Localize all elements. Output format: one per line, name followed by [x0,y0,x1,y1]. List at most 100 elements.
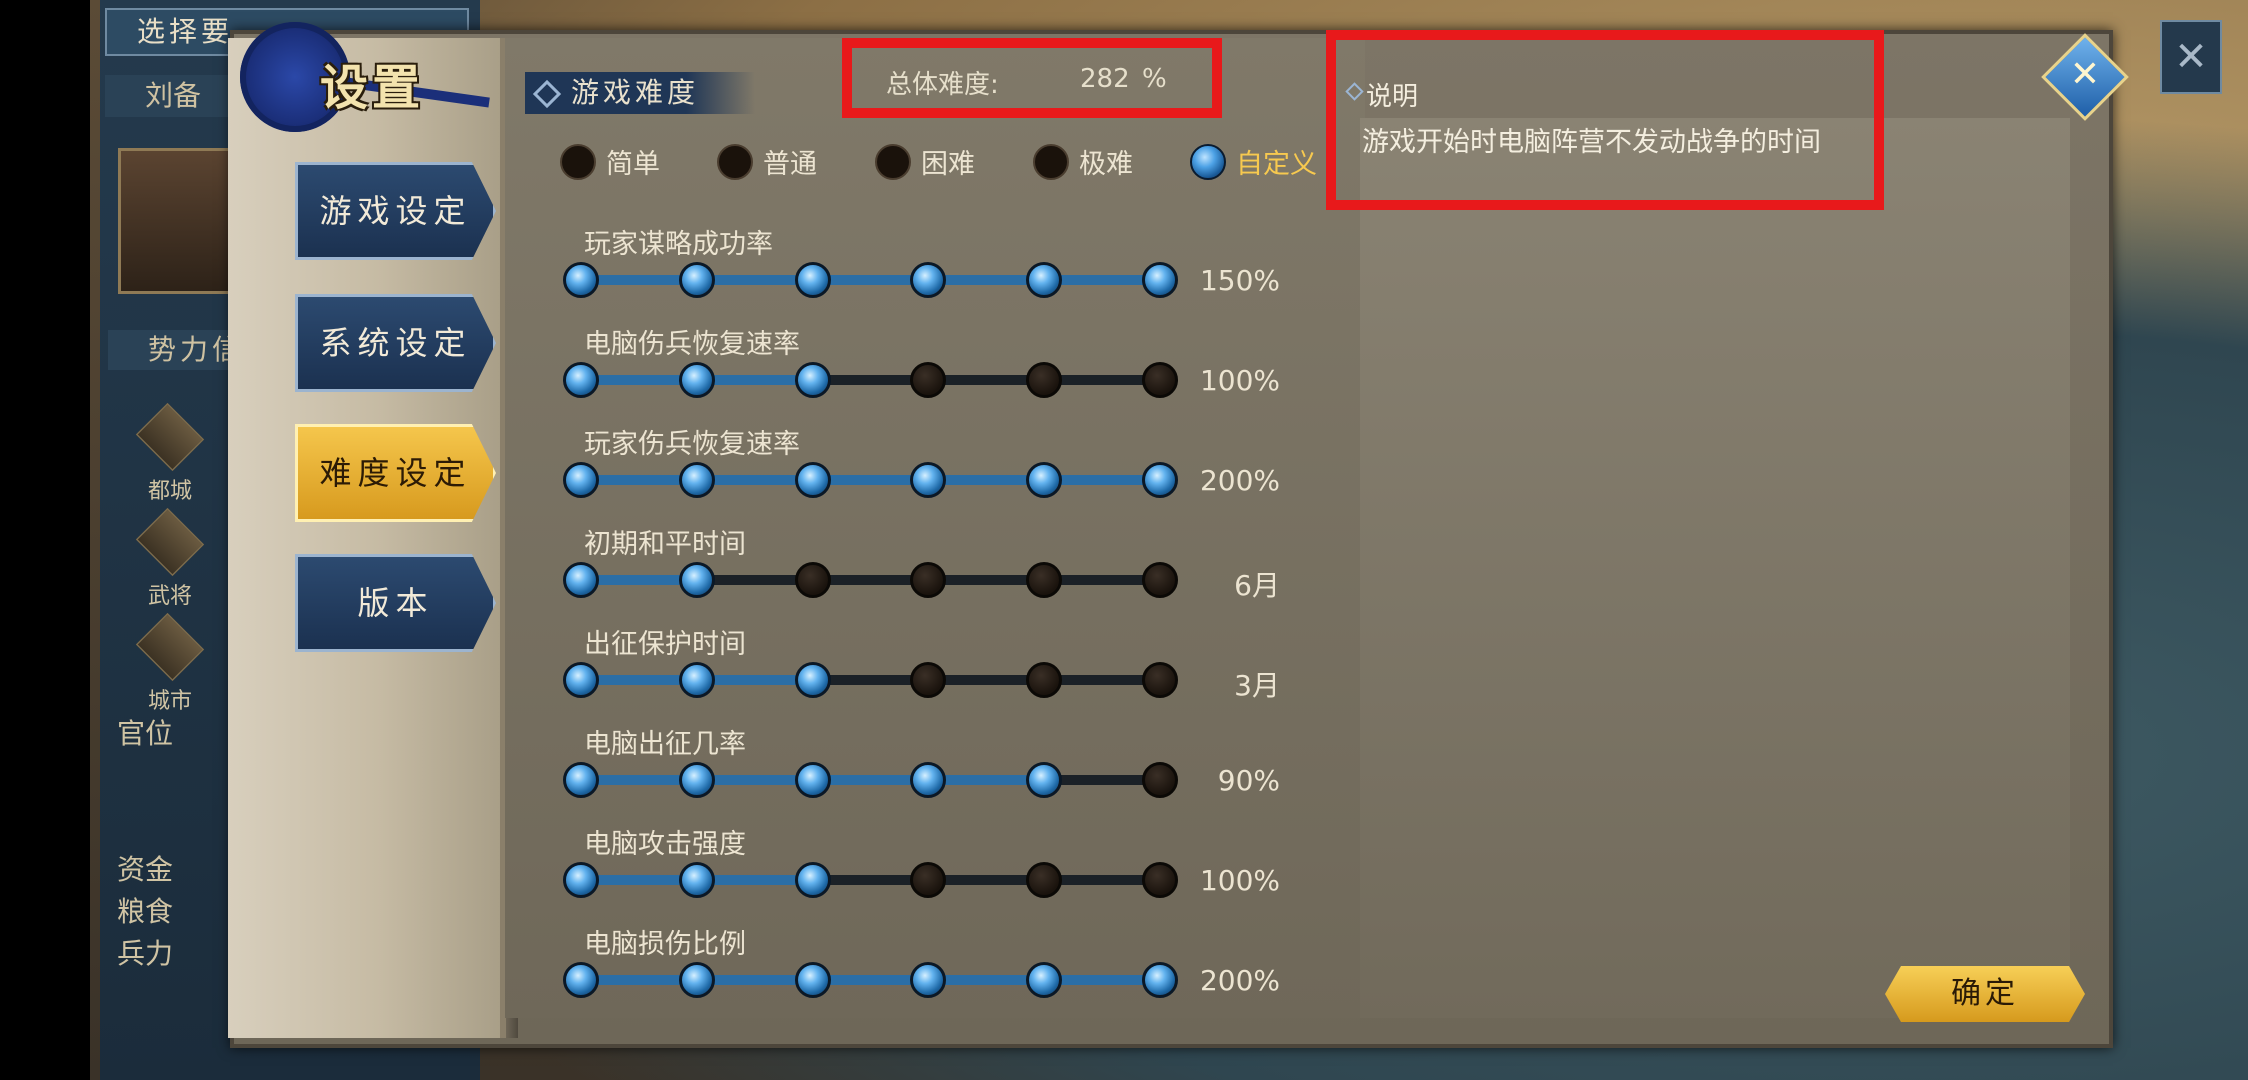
slider-node[interactable] [1026,862,1063,898]
slider-node[interactable] [563,862,599,898]
slider-node[interactable] [563,262,599,298]
tab-difficulty-settings[interactable]: 难度设定 [295,424,496,522]
slider-node[interactable] [794,262,831,298]
slider-node[interactable] [794,862,831,898]
slider-node[interactable] [794,662,831,698]
category-generals[interactable]: 武将 [130,507,210,610]
difficulty-slider[interactable] [563,762,1178,798]
food-label: 粮食 [117,895,174,928]
total-difficulty-unit: % [1142,64,1167,94]
slider-node[interactable] [678,562,715,598]
crossed-swords-icon[interactable]: ✕ [2160,20,2222,94]
slider-node[interactable] [563,962,599,998]
tab-system-settings[interactable]: 系统设定 [295,294,496,392]
slider-node[interactable] [1142,462,1178,498]
select-faction-title: 选择要 [137,15,234,48]
slider-node[interactable] [910,362,947,398]
slider-node[interactable] [910,462,947,498]
slider-node[interactable] [678,662,715,698]
slider-label: 玩家谋略成功率 [584,229,773,260]
slider-label: 电脑攻击强度 [584,829,746,860]
slider-node[interactable] [678,262,715,298]
radio-easy[interactable]: 简单 [560,142,660,181]
difficulty-slider[interactable] [563,862,1178,898]
difficulty-slider[interactable] [563,262,1178,298]
dialog-title: 设置 [320,60,425,116]
radio-dot [560,143,596,180]
slider-node[interactable] [563,662,599,698]
slider-node[interactable] [1026,562,1063,598]
slider-node[interactable] [1142,762,1178,798]
slider-node[interactable] [678,862,715,898]
slider-node[interactable] [794,362,831,398]
slider-node[interactable] [910,862,947,898]
difficulty-slider[interactable] [563,362,1178,398]
slider-node[interactable] [678,362,715,398]
difficulty-slider[interactable] [563,962,1178,998]
slider-value: 100% [1199,864,1280,897]
difficulty-slider[interactable] [563,462,1178,498]
slider-node[interactable] [910,662,947,698]
ruler-portrait [118,148,244,294]
slider-node[interactable] [1026,262,1063,298]
slider-fill [581,275,1160,285]
slider-node[interactable] [794,962,831,998]
troops-label: 兵力 [117,937,174,970]
radio-normal[interactable]: 普通 [717,142,817,181]
slider-value: 200% [1199,464,1280,497]
slider-node[interactable] [910,262,947,298]
slider-node[interactable] [1142,362,1178,398]
radio-hard[interactable]: 困难 [875,142,975,181]
slider-label: 电脑损伤比例 [584,929,746,960]
slider-label: 玩家伤兵恢复速率 [584,429,800,460]
slider-node[interactable] [794,762,831,798]
slider-node[interactable] [1026,362,1063,398]
slider-node[interactable] [1142,662,1178,698]
radio-extreme[interactable]: 极难 [1033,142,1133,181]
slider-node[interactable] [678,962,715,998]
close-icon: ✕ [2069,54,2101,95]
category-label: 武将 [147,584,192,609]
tab-version[interactable]: 版本 [295,554,496,652]
slider-node[interactable] [1142,262,1178,298]
slider-node[interactable] [678,462,715,498]
slider-node[interactable] [563,462,599,498]
confirm-button[interactable]: 确定 [1885,966,2085,1022]
slider-node[interactable] [794,462,831,498]
slider-node[interactable] [1142,962,1178,998]
slider-node[interactable] [794,562,831,598]
difficulty-slider[interactable] [563,662,1178,698]
slider-node[interactable] [678,762,715,798]
category-cities[interactable]: 城市 [130,612,210,715]
slider-node[interactable] [563,762,599,798]
tab-game-settings[interactable]: 游戏设定 [295,162,496,260]
diamond-icon [532,79,562,109]
radio-label: 极难 [1079,149,1133,180]
capital-icon [135,402,205,472]
slider-node[interactable] [563,362,599,398]
difficulty-slider[interactable] [563,562,1178,598]
total-difficulty: 总体难度: 282 % [842,38,1222,118]
slider-node[interactable] [910,762,947,798]
radio-label: 自定义 [1236,149,1317,180]
slider-node[interactable] [1026,762,1063,798]
slider-node[interactable] [910,562,947,598]
radio-dot [1190,143,1226,180]
official-rank-label: 官位 [117,717,174,750]
slider-node[interactable] [1026,462,1063,498]
radio-dot [1033,143,1069,180]
slider-node[interactable] [1026,962,1063,998]
category-capital[interactable]: 都城 [130,402,210,505]
city-icon [135,612,205,682]
slider-value: 6月 [1234,569,1280,602]
slider-label: 出征保护时间 [584,629,746,660]
radio-dot [717,143,753,180]
slider-node[interactable] [1142,562,1178,598]
category-label: 城市 [147,689,192,714]
radio-custom[interactable]: 自定义 [1190,142,1317,181]
slider-node[interactable] [1142,862,1178,898]
slider-node[interactable] [1026,662,1063,698]
slider-label: 初期和平时间 [584,529,746,560]
slider-node[interactable] [563,562,599,598]
slider-node[interactable] [910,962,947,998]
